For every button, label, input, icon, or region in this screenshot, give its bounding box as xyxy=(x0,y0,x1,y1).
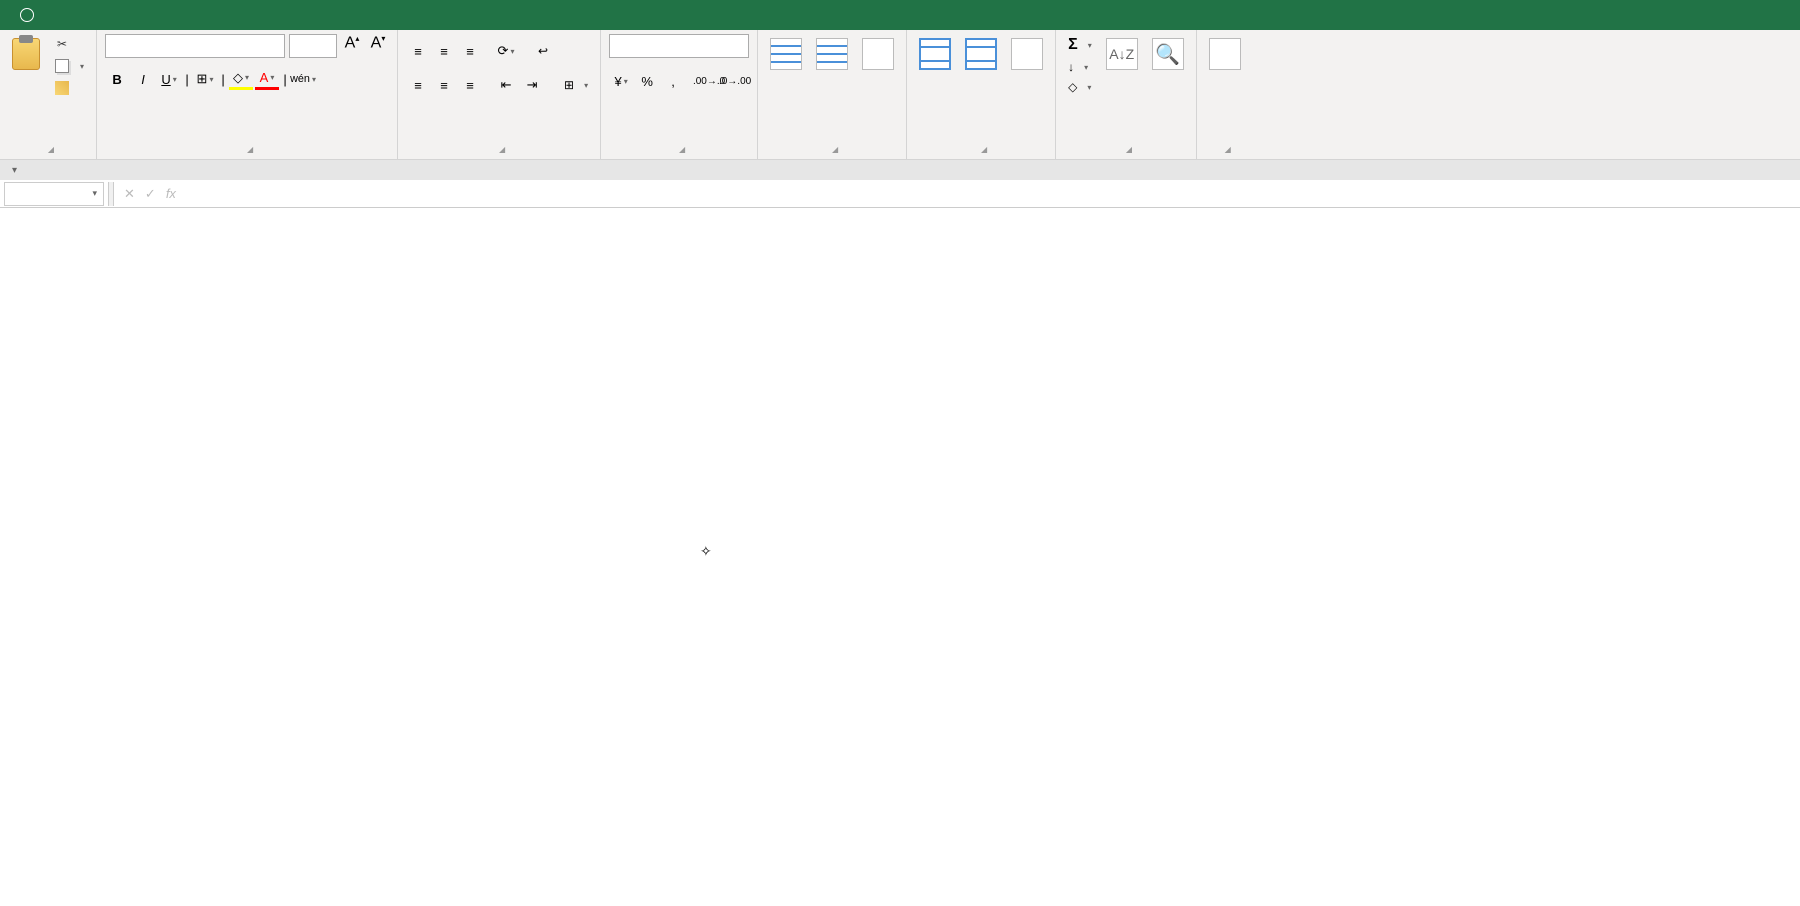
border-button[interactable]: ⊞ xyxy=(193,68,217,90)
formula-bar: ✕ ✓ fx xyxy=(0,180,1800,208)
comma-button[interactable]: , xyxy=(661,70,685,92)
sort-filter-button[interactable]: A↓Z xyxy=(1102,34,1142,76)
align-left-button[interactable]: ≡ xyxy=(406,74,430,96)
cell-style-button[interactable] xyxy=(858,34,898,76)
group-label-invoice xyxy=(1205,139,1245,157)
number-format-select[interactable] xyxy=(609,34,749,58)
table-format-icon xyxy=(816,38,848,70)
tell-me-search[interactable] xyxy=(20,8,40,22)
bold-button[interactable]: B xyxy=(105,68,129,90)
underline-button[interactable]: U xyxy=(157,68,181,90)
align-bottom-button[interactable]: ≡ xyxy=(458,40,482,62)
insert-icon xyxy=(919,38,951,70)
accept-formula-icon[interactable]: ✓ xyxy=(145,186,156,202)
paste-button[interactable] xyxy=(8,34,44,76)
align-middle-button[interactable]: ≡ xyxy=(432,40,456,62)
copy-button[interactable]: ▾ xyxy=(50,56,88,76)
ribbon-group-edit: Σ▾ ↓▾ ◇▾ A↓Z 🔍 xyxy=(1056,30,1197,159)
group-label-number xyxy=(609,139,749,157)
ribbon-group-number: ¥ % , .00→.0 .0→.00 xyxy=(601,30,758,159)
increase-indent-button[interactable]: ⇥ xyxy=(520,74,544,96)
ribbon-group-font: A▴ A▾ B I U | ⊞ | ◇ A | wén xyxy=(97,30,398,159)
group-label-clipboard xyxy=(8,139,88,157)
orientation-button[interactable]: ⟳ xyxy=(494,40,518,62)
conditional-format-icon xyxy=(770,38,802,70)
brush-icon xyxy=(54,80,70,96)
find-select-button[interactable]: 🔍 xyxy=(1148,34,1188,76)
cut-button[interactable]: ✂ xyxy=(50,34,88,54)
qat-dropdown-icon[interactable]: ▾ xyxy=(12,165,17,176)
delete-icon xyxy=(965,38,997,70)
ribbon-group-clipboard: ✂ ▾ xyxy=(0,30,97,159)
invoice-check-button[interactable] xyxy=(1205,34,1245,76)
cell-style-icon xyxy=(862,38,894,70)
invoice-icon xyxy=(1209,38,1241,70)
paste-icon xyxy=(12,38,40,70)
eraser-icon: ◇ xyxy=(1068,80,1077,94)
cancel-formula-icon[interactable]: ✕ xyxy=(124,186,135,202)
format-icon xyxy=(1011,38,1043,70)
menu-bar xyxy=(0,0,1800,30)
decrease-font-button[interactable]: A▾ xyxy=(367,34,389,58)
ribbon-group-invoice xyxy=(1197,30,1253,159)
group-label-cells xyxy=(915,139,1047,157)
cursor-plus-icon: ✧ xyxy=(700,543,712,560)
format-cells-button[interactable] xyxy=(1007,34,1047,76)
font-color-button[interactable]: A xyxy=(255,68,279,90)
group-label-styles xyxy=(766,139,898,157)
wrap-text-button[interactable]: ↩ xyxy=(534,40,556,62)
ribbon-group-styles xyxy=(758,30,907,159)
lightbulb-icon xyxy=(20,8,34,22)
conditional-format-button[interactable] xyxy=(766,34,806,76)
name-box[interactable] xyxy=(4,182,104,206)
decrease-decimal-button[interactable]: .0→.00 xyxy=(723,70,747,92)
magnifier-icon: 🔍 xyxy=(1152,38,1184,70)
fill-button[interactable]: ↓▾ xyxy=(1064,58,1096,76)
sigma-icon: Σ xyxy=(1068,36,1078,54)
merge-icon: ⊞ xyxy=(564,78,574,92)
format-painter-button[interactable] xyxy=(50,78,88,98)
group-label-edit xyxy=(1064,139,1188,157)
percent-button[interactable]: % xyxy=(635,70,659,92)
merge-center-button[interactable]: ⊞▾ xyxy=(560,74,592,96)
italic-button[interactable]: I xyxy=(131,68,155,90)
insert-cells-button[interactable] xyxy=(915,34,955,76)
currency-button[interactable]: ¥ xyxy=(609,70,633,92)
group-label-align xyxy=(406,139,592,157)
increase-font-button[interactable]: A▴ xyxy=(341,34,363,58)
delete-cells-button[interactable] xyxy=(961,34,1001,76)
scissors-icon: ✂ xyxy=(54,36,70,52)
quick-access-row: ▾ xyxy=(0,160,1800,180)
group-label-font xyxy=(105,139,389,157)
ribbon-group-align: ≡ ≡ ≡ ⟳ ↩ ≡ ≡ ≡ ⇤ ⇥ ⊞▾ xyxy=(398,30,601,159)
font-name-select[interactable] xyxy=(105,34,285,58)
ribbon-group-cells xyxy=(907,30,1056,159)
table-format-button[interactable] xyxy=(812,34,852,76)
align-top-button[interactable]: ≡ xyxy=(406,40,430,62)
fx-icon[interactable]: fx xyxy=(166,186,176,202)
wrap-icon: ↩ xyxy=(538,44,548,58)
ribbon: ✂ ▾ A▴ A▾ B I U | ⊞ | ◇ A | xyxy=(0,30,1800,160)
fill-icon: ↓ xyxy=(1068,60,1074,74)
sort-icon: A↓Z xyxy=(1106,38,1138,70)
font-size-select[interactable] xyxy=(289,34,337,58)
align-right-button[interactable]: ≡ xyxy=(458,74,482,96)
autosum-button[interactable]: Σ▾ xyxy=(1064,34,1096,56)
align-center-button[interactable]: ≡ xyxy=(432,74,456,96)
fill-color-button[interactable]: ◇ xyxy=(229,68,253,90)
copy-icon xyxy=(54,58,70,74)
increase-decimal-button[interactable]: .00→.0 xyxy=(697,70,721,92)
phonetic-button[interactable]: wén xyxy=(291,68,315,90)
spreadsheet-grid[interactable]: ✧ xyxy=(0,208,1800,906)
clear-button[interactable]: ◇▾ xyxy=(1064,78,1096,96)
decrease-indent-button[interactable]: ⇤ xyxy=(494,74,518,96)
